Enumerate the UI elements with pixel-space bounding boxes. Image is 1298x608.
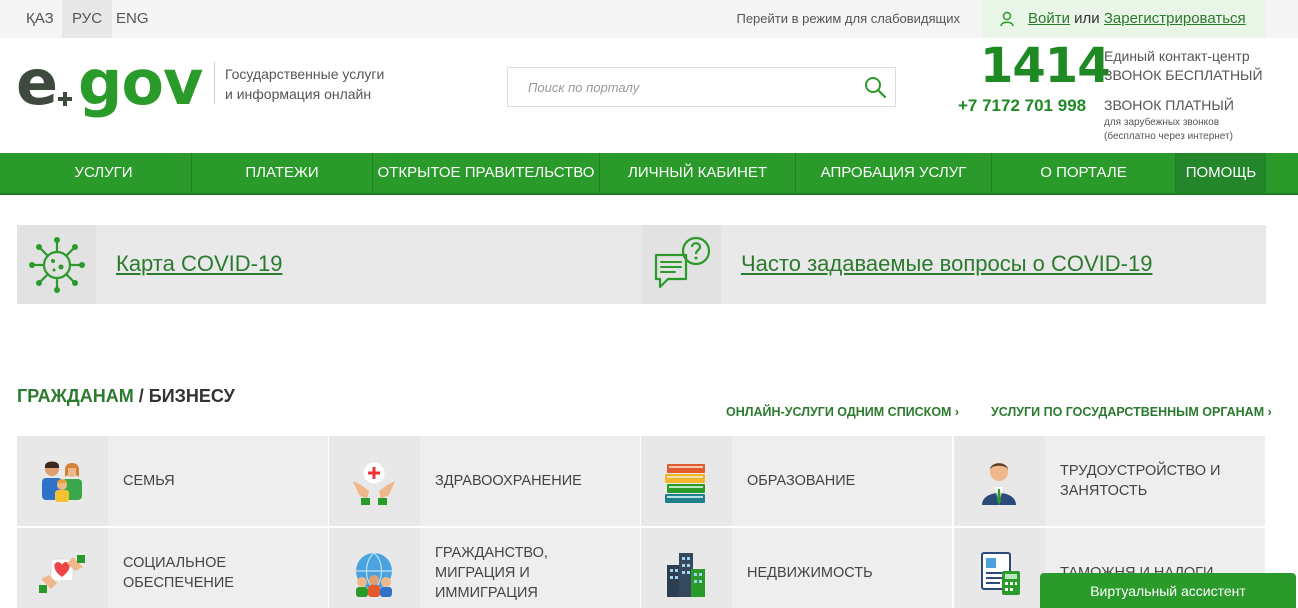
nav-open-government[interactable]: ОТКРЫТОЕ ПРАВИТЕЛЬСТВО <box>373 153 600 193</box>
login-link[interactable]: Войти <box>1028 10 1070 27</box>
globe-people-icon <box>356 552 392 597</box>
lang-eng[interactable]: ENG <box>106 0 159 38</box>
section-title: ГРАЖДАНАМ / БИЗНЕСУ <box>17 386 235 407</box>
tile-real-estate-label: Недвижимость <box>747 565 873 581</box>
chat-question-icon <box>654 236 711 289</box>
family-icon <box>42 461 82 502</box>
services-by-agency-link[interactable]: УСЛУГИ ПО ГОСУДАРСТВЕННЫМ ОРГАНАМ › <box>991 405 1272 419</box>
nav-help[interactable]: ПОМОЩЬ <box>1176 153 1266 193</box>
books-icon <box>665 464 705 503</box>
nav-about[interactable]: О ПОРТАЛЕ <box>992 153 1176 193</box>
nav-service-testing[interactable]: АПРОБАЦИЯ УСЛУГ <box>796 153 992 193</box>
tile-employment[interactable]: Трудоустройство и занятость <box>954 436 1265 526</box>
egov-logo[interactable]: e gov <box>16 46 206 122</box>
virus-icon-box <box>17 225 96 304</box>
tile-healthcare[interactable]: Здравоохранение <box>329 436 640 526</box>
logo-plus-icon <box>55 89 75 109</box>
covid-map-label[interactable]: Карта COVID-19 <box>116 251 282 277</box>
tile-social-care-label: Социальное обеспечение <box>123 555 234 591</box>
logo-e: e <box>16 46 58 119</box>
customs-icon <box>981 552 1020 595</box>
tile-social-care[interactable]: Социальное обеспечение <box>17 528 328 608</box>
contact-long-number[interactable]: +7 7172 701 998 <box>958 96 1086 116</box>
section-separator: / <box>138 386 144 406</box>
search-icon[interactable] <box>863 75 887 99</box>
contact-center-label: Единый контакт-центр <box>1104 48 1250 64</box>
auth-or: или <box>1074 10 1100 27</box>
contact-free-info: Единый контакт-центр ЗВОНОК БЕСПЛАТНЫЙ <box>1104 47 1263 85</box>
healthcare-icon <box>353 461 395 505</box>
covid-map-banner[interactable]: Карта COVID-19 <box>17 225 642 304</box>
paid-call-label: ЗВОНОК ПЛАТНЫЙ <box>1104 97 1234 113</box>
logo-divider <box>214 62 215 104</box>
tab-citizens[interactable]: ГРАЖДАНАМ <box>17 386 134 406</box>
tile-citizenship-label: Гражданство, миграция и иммиграция <box>435 545 548 601</box>
online-services-list-link[interactable]: ОНЛАЙН-УСЛУГИ ОДНИМ СПИСКОМ › <box>726 405 959 419</box>
main-nav: УСЛУГИ ПЛАТЕЖИ ОТКРЫТОЕ ПРАВИТЕЛЬСТВО ЛИ… <box>0 153 1298 195</box>
virtual-assistant-button[interactable]: Виртуальный ассистент <box>1040 573 1296 608</box>
auth-box: Войти или Зарегистрироваться <box>982 0 1266 38</box>
foreign-call-line2: (бесплатно через интернет) <box>1104 131 1233 142</box>
tile-employment-label: Трудоустройство и занятость <box>1060 463 1221 499</box>
foreign-call-info: для зарубежных звонков (бесплатно через … <box>1104 116 1233 144</box>
tile-citizenship[interactable]: Гражданство, миграция и иммиграция <box>329 528 640 608</box>
nav-personal-account[interactable]: ЛИЧНЫЙ КАБИНЕТ <box>600 153 796 193</box>
covid-faq-label[interactable]: Часто задаваемые вопросы о COVID-19 <box>741 251 1152 277</box>
page: ҚАЗ РУС ENG Перейти в режим для слабовид… <box>0 0 1298 608</box>
nav-services[interactable]: УСЛУГИ <box>16 153 192 193</box>
foreign-call-line1: для зарубежных звонков <box>1104 117 1220 128</box>
tagline-line1: Государственные услуги <box>225 66 385 82</box>
tile-education-label: Образование <box>747 473 856 489</box>
contact-short-number[interactable]: 1414 <box>980 38 1111 94</box>
employee-icon <box>982 463 1016 505</box>
tile-real-estate[interactable]: Недвижимость <box>641 528 952 608</box>
tagline: Государственные услуги и информация онла… <box>225 64 425 104</box>
tab-business[interactable]: БИЗНЕСУ <box>149 386 235 406</box>
tile-healthcare-label: Здравоохранение <box>435 473 582 489</box>
search-input[interactable] <box>508 68 848 106</box>
lang-kaz[interactable]: ҚАЗ <box>16 0 64 38</box>
tile-family-label: Семья <box>123 473 175 489</box>
faq-icon-box <box>642 225 721 304</box>
top-bar: ҚАЗ РУС ENG Перейти в режим для слабовид… <box>0 0 1298 38</box>
user-icon <box>1000 11 1014 27</box>
lang-rus[interactable]: РУС <box>62 0 113 38</box>
virus-icon <box>29 237 85 293</box>
tile-education[interactable]: Образование <box>641 436 952 526</box>
social-care-icon <box>39 555 85 593</box>
tagline-line2: и информация онлайн <box>225 86 372 102</box>
free-call-label: ЗВОНОК БЕСПЛАТНЫЙ <box>1104 67 1263 83</box>
register-link[interactable]: Зарегистрироваться <box>1104 10 1246 27</box>
accessibility-mode-link[interactable]: Перейти в режим для слабовидящих <box>736 0 960 38</box>
logo-gov: gov <box>78 46 203 119</box>
nav-payments[interactable]: ПЛАТЕЖИ <box>192 153 373 193</box>
search-box <box>507 67 896 107</box>
tile-family[interactable]: Семья <box>17 436 328 526</box>
buildings-icon <box>667 553 705 597</box>
covid-faq-banner[interactable]: Часто задаваемые вопросы о COVID-19 <box>642 225 1266 304</box>
